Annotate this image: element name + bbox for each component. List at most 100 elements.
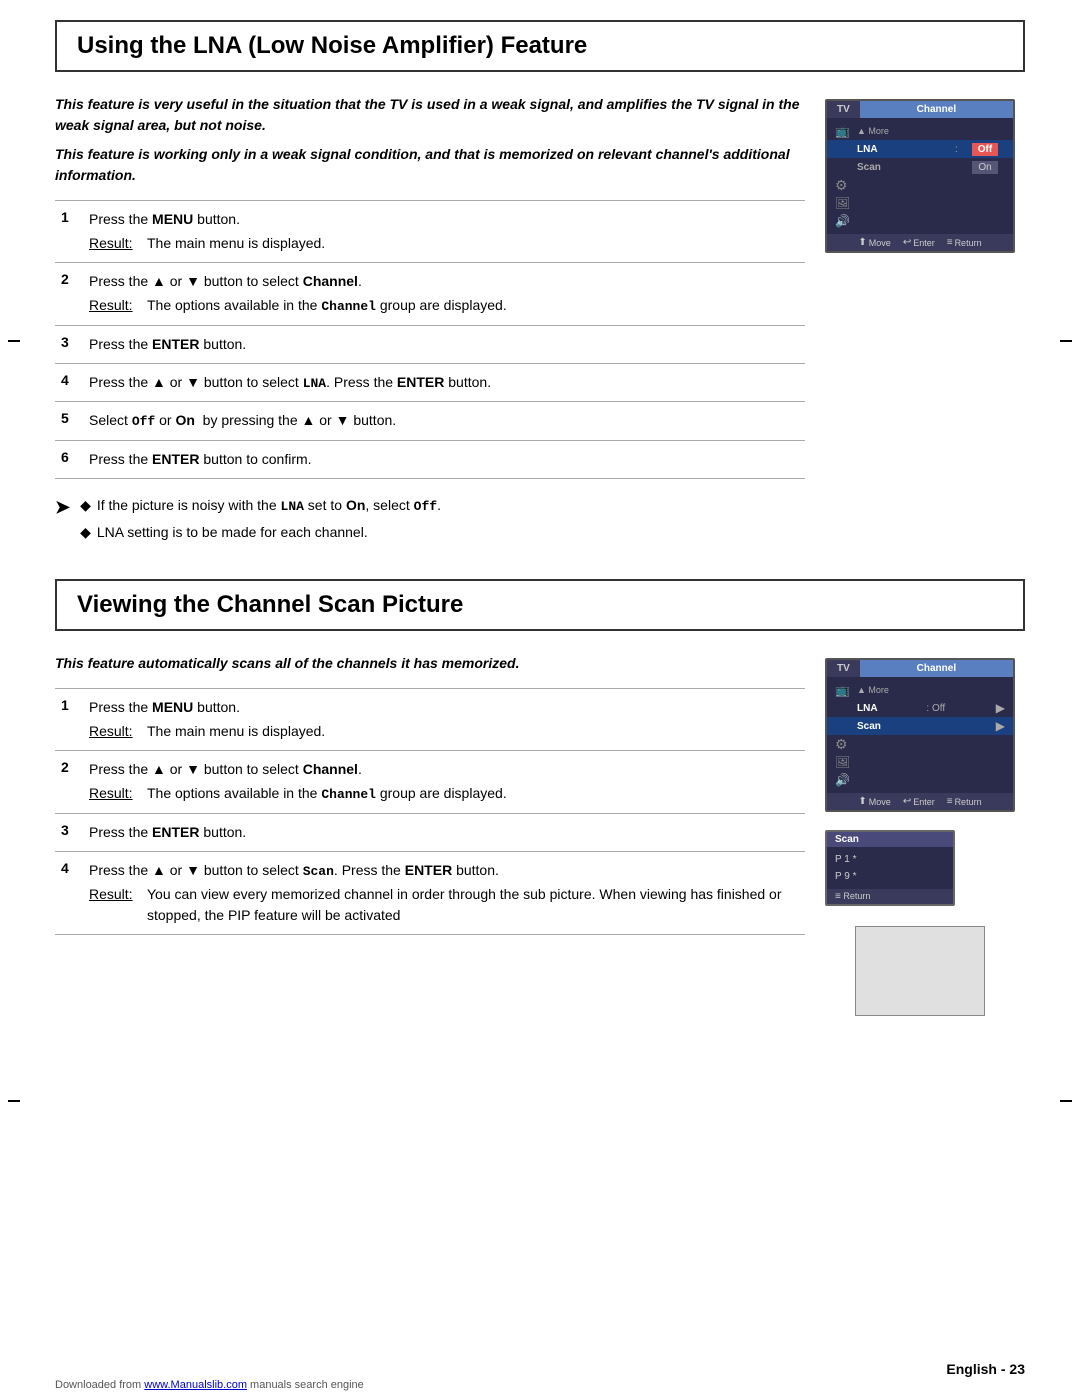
arrows-icon: ⬆: [858, 237, 866, 248]
section1-intro: This feature is very useful in the situa…: [55, 94, 805, 186]
section1-body: This feature is very useful in the situa…: [55, 94, 1025, 549]
picture-icon-2: 🖼: [835, 755, 857, 769]
section2-body: This feature automatically scans all of …: [55, 653, 1025, 1016]
table-row: 3 Press the ENTER button.: [55, 813, 805, 851]
step-num: 5: [55, 402, 83, 441]
scan-return-label: Return: [843, 891, 870, 901]
lna-value-2: : Off: [926, 703, 995, 714]
tv-menu-body-1: 📺 ▲ More LNA : Off: [827, 118, 1013, 234]
table-row: 2 Press the ▲ or ▼ button to select Chan…: [55, 263, 805, 326]
step-content: Press the MENU button. Result: The main …: [83, 689, 805, 751]
bullet-icon: ◆: [80, 495, 91, 517]
tv-menu-body-2: 📺 ▲ More LNA : Off ▶: [827, 677, 1013, 793]
step-num: 3: [55, 325, 83, 363]
step-content: Press the ▲ or ▼ button to select Channe…: [83, 751, 805, 814]
enter-icon-2: ↩: [903, 796, 911, 807]
margin-mark-right-1: [1060, 340, 1072, 342]
on-value: On: [965, 162, 1005, 173]
notes-list: ◆ If the picture is noisy with the LNA s…: [80, 495, 441, 550]
step-num: 3: [55, 813, 83, 851]
section1-steps-table: 1 Press the MENU button. Result: The mai…: [55, 200, 805, 479]
lna-colon: :: [955, 144, 965, 155]
section2-steps-table: 1 Press the MENU button. Result: The mai…: [55, 688, 805, 935]
blank-row-2: 🖼: [827, 194, 1013, 212]
right-panel-stack: TV Channel 📺 ▲ More LNA: [825, 658, 1025, 1016]
result-text: The options available in the Channel gro…: [147, 295, 799, 317]
arrows-icon-2: ⬆: [858, 796, 866, 807]
lna-row: LNA : Off: [827, 140, 1013, 158]
move-label: ⬆ Move: [858, 237, 890, 248]
step-content: Press the ▲ or ▼ button to select Scan. …: [83, 851, 805, 935]
scan-popup-footer: ≡ Return: [827, 889, 953, 904]
table-row: 1 Press the MENU button. Result: The mai…: [55, 201, 805, 263]
enter-label: ↩ Enter: [903, 237, 935, 248]
blank-row-b: 🖼: [827, 753, 1013, 771]
table-row: 4 Press the ▲ or ▼ button to select Scan…: [55, 851, 805, 935]
result-text: The options available in the Channel gro…: [147, 783, 799, 805]
tv-menu-1: TV Channel 📺 ▲ More LNA :: [825, 99, 1015, 253]
step-num: 4: [55, 363, 83, 402]
step-content: Press the ENTER button to confirm.: [83, 440, 805, 478]
section2-left: This feature automatically scans all of …: [55, 653, 805, 1016]
step-num: 2: [55, 263, 83, 326]
blank-row-3: 🔊: [827, 212, 1013, 230]
tv-menu-header-2: TV Channel: [827, 660, 1013, 677]
scan-popup-body: P 1 * P 9 *: [827, 847, 953, 889]
page-footer: English - 23: [946, 1361, 1025, 1377]
on-badge: On: [972, 161, 997, 174]
tv-menu-header-1: TV Channel: [827, 101, 1013, 118]
more-text: ▲ More: [857, 126, 889, 136]
blank-row-1: ⚙: [827, 176, 1013, 194]
on-row: Scan On: [827, 158, 1013, 176]
list-item: ◆ LNA setting is to be made for each cha…: [80, 522, 441, 543]
tv-icon: 📺: [835, 124, 857, 138]
off-badge: Off: [972, 143, 998, 156]
scan-line2: P 9 *: [835, 868, 945, 885]
result-text: The main menu is displayed.: [147, 233, 799, 254]
tv-icon-2: 📺: [835, 683, 857, 697]
step-num: 6: [55, 440, 83, 478]
page: Using the LNA (Low Noise Amplifier) Feat…: [0, 0, 1080, 1397]
scan-line1: P 1 *: [835, 851, 945, 868]
section2-intro: This feature automatically scans all of …: [55, 653, 805, 674]
table-row: 5 Select Off or On by pressing the ▲ or …: [55, 402, 805, 441]
download-footer: Downloaded from www.Manualslib.com manua…: [55, 1379, 364, 1391]
channel-label-1: Channel: [860, 101, 1013, 118]
lna-label-2: LNA: [857, 703, 926, 714]
more-row-2: 📺 ▲ More: [827, 681, 1013, 699]
note-text: If the picture is noisy with the LNA set…: [97, 495, 441, 517]
channel-label-2: Channel: [860, 660, 1013, 677]
download-text: Downloaded from: [55, 1379, 144, 1391]
step-num: 1: [55, 689, 83, 751]
scan-popup-header: Scan: [827, 832, 953, 847]
table-row: 4 Press the ▲ or ▼ button to select LNA.…: [55, 363, 805, 402]
section1-title-box: Using the LNA (Low Noise Amplifier) Feat…: [55, 20, 1025, 72]
enter-label-2: ↩ Enter: [903, 796, 935, 807]
table-row: 2 Press the ▲ or ▼ button to select Chan…: [55, 751, 805, 814]
lna-row-2: LNA : Off ▶: [827, 699, 1013, 717]
result-label: Result:: [89, 233, 137, 254]
step-num: 1: [55, 201, 83, 263]
main-content: Using the LNA (Low Noise Amplifier) Feat…: [55, 0, 1025, 1016]
step-content: Select Off or On by pressing the ▲ or ▼ …: [83, 402, 805, 441]
step-content: Press the ▲ or ▼ button to select Channe…: [83, 263, 805, 326]
result-label: Result:: [89, 721, 137, 742]
list-item: ◆ If the picture is noisy with the LNA s…: [80, 495, 441, 517]
section1-notes: ➤ ◆ If the picture is noisy with the LNA…: [55, 495, 805, 550]
return-icon-2: ≡: [947, 796, 953, 807]
manualslib-link[interactable]: www.Manualslib.com: [144, 1379, 247, 1391]
note-text: LNA setting is to be made for each chann…: [97, 522, 368, 543]
more-row: 📺 ▲ More: [827, 122, 1013, 140]
picture-icon: 🖼: [835, 196, 857, 210]
step-content: Press the ▲ or ▼ button to select LNA. P…: [83, 363, 805, 402]
result-text: You can view every memorized channel in …: [147, 884, 799, 926]
section1-left: This feature is very useful in the situa…: [55, 94, 805, 549]
lna-arrow-2: ▶: [996, 701, 1005, 715]
section2-intro-p: This feature automatically scans all of …: [55, 653, 805, 674]
scan-popup: Scan P 1 * P 9 * ≡ Return: [825, 830, 955, 906]
table-row: 1 Press the MENU button. Result: The mai…: [55, 689, 805, 751]
move-label-2: ⬆ Move: [858, 796, 890, 807]
return-icon: ≡: [947, 237, 953, 248]
blank-row-c: 🔊: [827, 771, 1013, 789]
section1-right: TV Channel 📺 ▲ More LNA :: [825, 94, 1025, 549]
